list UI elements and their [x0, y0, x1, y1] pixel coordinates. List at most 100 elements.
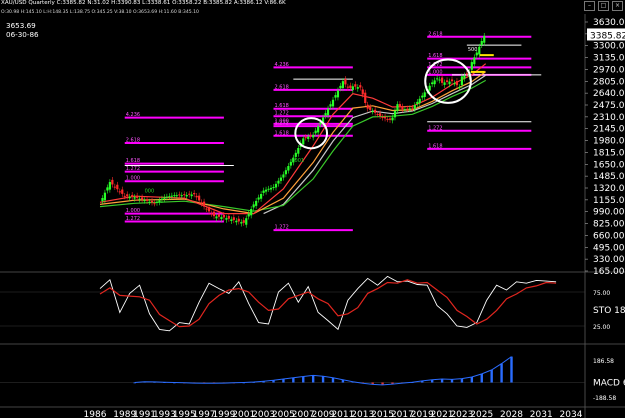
candle-body	[260, 194, 263, 199]
fib-level-label: 1.618	[428, 53, 442, 59]
candle-body	[416, 101, 419, 105]
candle-body	[374, 109, 377, 113]
candle-body	[408, 108, 411, 110]
x-tick-label: 2025	[470, 410, 493, 418]
candle-body	[155, 201, 159, 203]
candle-body	[272, 187, 275, 189]
fib-level-label: 1.618	[275, 130, 289, 136]
candle-body	[391, 117, 394, 121]
y-tick-label: 660.00	[593, 231, 625, 241]
y-tick-label: 2475.00	[593, 101, 625, 111]
y-tick-label: 3135.00	[593, 54, 625, 64]
y-tick-label: 3630.00	[593, 18, 625, 28]
candle-body	[431, 82, 434, 85]
candle-body	[220, 217, 223, 220]
fib-level-label: 1.000	[126, 176, 140, 182]
y-tick-label: 825.00	[593, 220, 625, 230]
candle-body	[255, 200, 258, 206]
candle-body	[106, 187, 109, 191]
candle-body	[470, 62, 473, 70]
candle-body	[230, 219, 233, 221]
y-tick-label: 990.00	[593, 208, 625, 218]
candle-body	[428, 85, 431, 91]
candle-body	[190, 194, 193, 197]
candle-body	[245, 218, 248, 225]
candle-body	[297, 148, 300, 154]
candle-body	[465, 73, 468, 75]
candle-body	[210, 213, 213, 215]
candle-body	[314, 130, 317, 134]
candle-body	[369, 107, 372, 110]
macd-bar	[321, 376, 325, 383]
candle-body	[458, 87, 461, 89]
candle-body	[145, 199, 149, 201]
candle-body	[198, 195, 201, 201]
candle-body	[312, 134, 315, 138]
y-tick-label: 495.00	[593, 243, 625, 253]
candle-body	[331, 99, 335, 107]
candle-body	[185, 194, 188, 197]
candle-body	[168, 196, 171, 198]
macd-bar	[480, 373, 483, 383]
candle-body	[411, 107, 414, 109]
macd-bar	[302, 376, 305, 383]
candle-body	[339, 85, 342, 89]
candle-body	[262, 190, 265, 193]
candle-body	[401, 106, 404, 110]
candle-body	[279, 177, 283, 181]
fib-level-label: 1.618	[428, 143, 442, 149]
stochastic-level-label: 25.00	[593, 324, 610, 331]
candle-body	[438, 79, 441, 81]
candle-body	[205, 208, 208, 210]
y-tick-label: 2640.00	[593, 89, 625, 99]
y-tick-label: 1485.00	[593, 172, 625, 182]
candle-body	[386, 119, 389, 121]
candle-body	[141, 197, 144, 200]
candle-body	[354, 84, 357, 87]
fib-level-label: 1.272	[275, 111, 289, 117]
candle-body	[282, 174, 285, 178]
candle-body	[361, 89, 364, 95]
candle-body	[123, 195, 126, 197]
fib-level-label: 1.272	[126, 216, 140, 222]
candle-body	[225, 218, 228, 220]
y-tick-label: 1815.00	[593, 148, 625, 158]
candle-body	[277, 180, 280, 184]
candle-body	[294, 152, 297, 157]
candle-body	[398, 104, 402, 107]
price-chart[interactable]: 3630.003465.003300.003135.002970.002805.…	[0, 0, 625, 418]
candle-body	[103, 192, 107, 201]
candle-body	[267, 188, 270, 190]
candle-body	[116, 184, 119, 190]
stochastic-level-label: 75.00	[593, 290, 610, 297]
candle-body	[376, 114, 379, 116]
candle-body	[423, 92, 426, 98]
candle-body	[371, 111, 374, 113]
candle-body	[215, 216, 218, 219]
macd-level-label: 186.58	[593, 358, 614, 365]
candle-body	[183, 194, 186, 196]
macd-bar	[500, 363, 503, 383]
candle-body	[165, 196, 168, 198]
y-tick-label: 2970.00	[593, 65, 625, 75]
candle-body	[344, 78, 347, 85]
candle-body	[388, 118, 392, 120]
stochastic-d-line	[99, 279, 557, 328]
candle-body	[433, 80, 436, 85]
candle-body	[222, 214, 226, 218]
candle-body	[381, 116, 384, 118]
y-tick-label: 2310.00	[593, 113, 625, 123]
candle-body	[158, 200, 161, 203]
candle-body	[349, 85, 352, 88]
x-tick-label: 2031	[530, 410, 553, 418]
fib-level-label: 2.618	[275, 84, 289, 90]
candle-body	[326, 108, 330, 116]
candle-body	[436, 78, 439, 80]
candle-body	[445, 80, 449, 82]
candle-body	[324, 113, 327, 116]
candle-body	[202, 201, 206, 207]
candle-body	[302, 138, 305, 145]
candle-body	[269, 187, 273, 190]
candle-body	[247, 213, 250, 217]
green-level-label: 000	[145, 188, 155, 194]
